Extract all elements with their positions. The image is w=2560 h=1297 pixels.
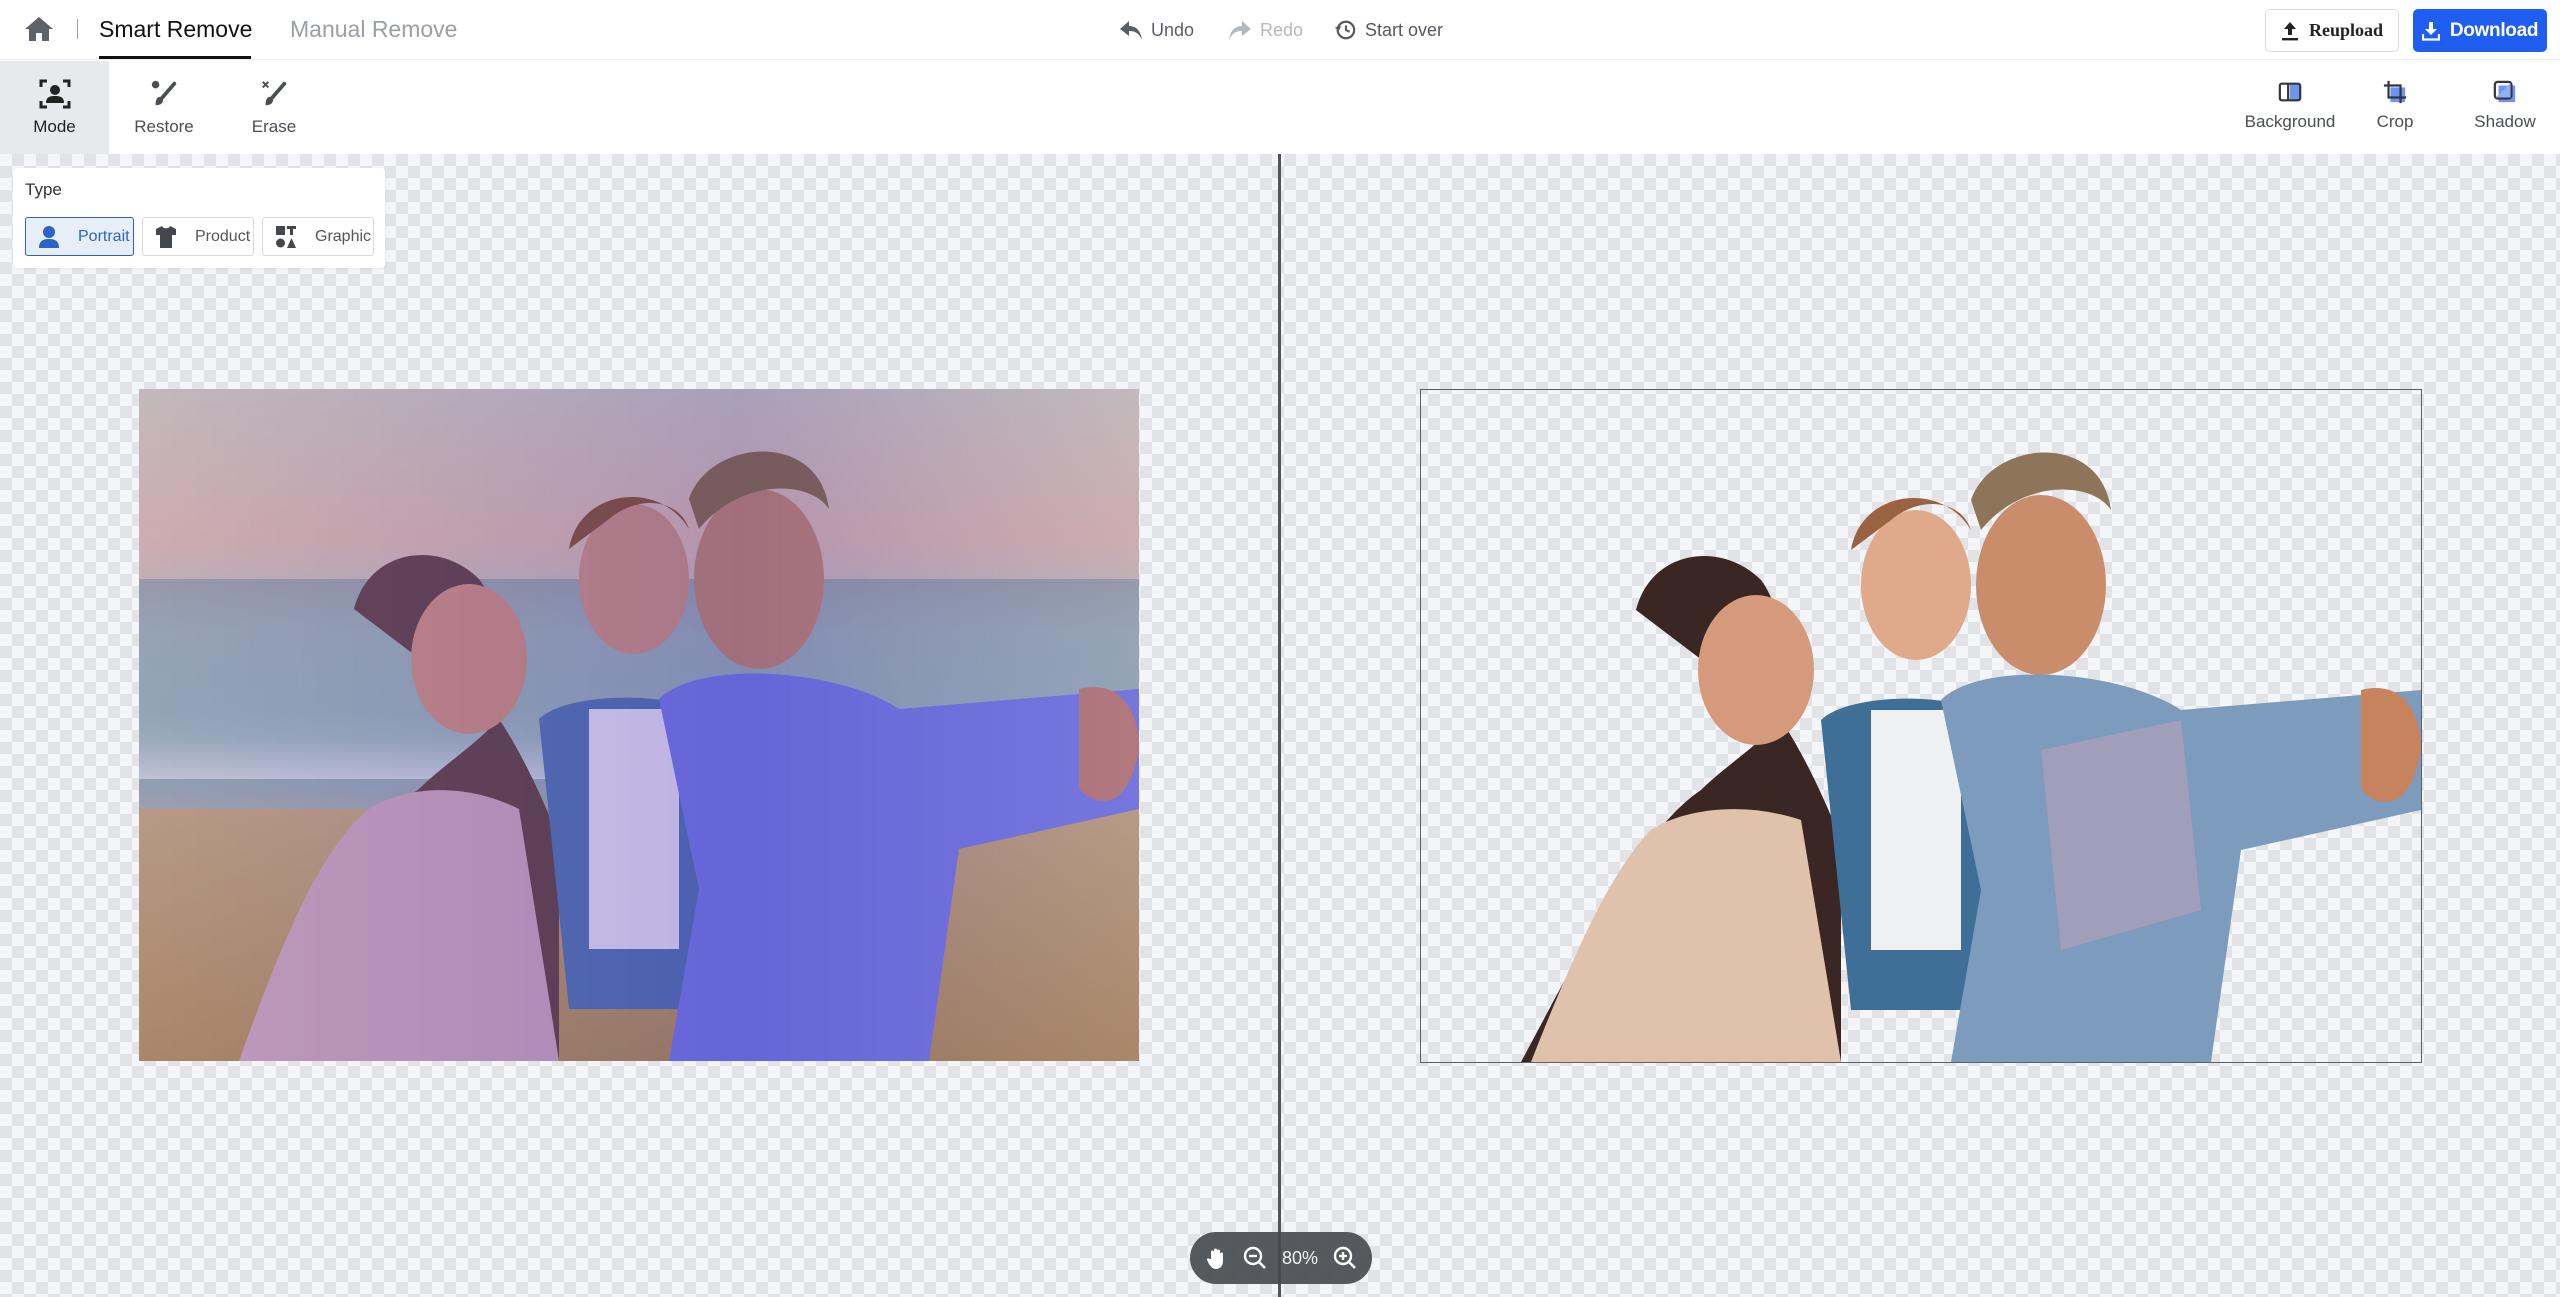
start-over-label: Start over (1365, 19, 1444, 40)
zoom-out-button[interactable] (1241, 1244, 1269, 1272)
header-divider (77, 19, 78, 39)
cutout-figures (1521, 452, 2421, 1062)
color-tint-overlay (139, 389, 1139, 1061)
upload-icon (2281, 21, 2298, 40)
zoom-controls: 80% (1190, 1232, 1372, 1284)
zoom-level: 80% (1281, 1247, 1319, 1268)
pan-button[interactable] (1203, 1244, 1231, 1272)
download-label: Download (2449, 19, 2539, 41)
tool-bar: Mode Restore Erase Background Crop Shado… (0, 61, 2560, 154)
mode-tool[interactable]: Mode (0, 61, 109, 154)
type-option-graphic[interactable]: Graphic (262, 217, 374, 256)
type-option-portrait[interactable]: Portrait (25, 217, 134, 256)
portrait-label: Portrait (78, 227, 130, 245)
undo-label: Undo (1151, 19, 1195, 40)
download-icon (2421, 21, 2440, 41)
reupload-label: Reupload (2308, 20, 2384, 40)
shapes-icon (276, 225, 296, 248)
compare-divider-handle[interactable] (1278, 154, 1281, 1297)
shadow-tool[interactable]: Shadow (2455, 61, 2555, 154)
reupload-button[interactable]: Reupload (2265, 9, 2399, 52)
background-label: Background (2244, 112, 2336, 131)
shadow-label: Shadow (2474, 112, 2536, 131)
crop-icon (2383, 80, 2407, 104)
person-icon (39, 225, 59, 248)
product-label: Product (195, 227, 251, 245)
type-title: Type (25, 180, 62, 199)
erase-brush-icon (262, 81, 287, 106)
redo-icon (1229, 21, 1251, 40)
portrait-frame-icon (39, 79, 70, 109)
original-image (139, 389, 1139, 1061)
zoom-in-button[interactable] (1331, 1244, 1359, 1272)
home-button[interactable] (24, 16, 54, 42)
tab-manual-remove[interactable]: Manual Remove (290, 14, 457, 44)
background-icon (2278, 82, 2302, 102)
history-icon (1334, 20, 1356, 40)
top-header: Smart Remove Manual Remove Undo Redo Sta… (0, 0, 2560, 60)
type-panel: Type Portrait Product Graphic (13, 168, 385, 268)
zoom-out-icon (1243, 1246, 1266, 1269)
redo-label: Redo (1260, 19, 1304, 40)
crop-tool[interactable]: Crop (2345, 61, 2445, 154)
redo-button[interactable]: Redo (1228, 17, 1303, 43)
erase-tool[interactable]: Erase (219, 61, 329, 154)
crop-label: Crop (2376, 112, 2414, 131)
start-over-button[interactable]: Start over (1333, 17, 1443, 43)
hand-icon (1206, 1248, 1223, 1269)
tshirt-icon (156, 225, 176, 248)
tab-smart-remove[interactable]: Smart Remove (99, 14, 252, 44)
graphic-label: Graphic (315, 227, 372, 245)
restore-label: Restore (134, 117, 194, 136)
restore-brush-icon (151, 80, 177, 106)
result-image (1420, 389, 2422, 1063)
erase-label: Erase (251, 117, 297, 136)
download-button[interactable]: Download (2413, 9, 2547, 52)
active-tab-indicator (99, 56, 251, 59)
restore-tool[interactable]: Restore (109, 61, 219, 154)
mode-label: Mode (33, 117, 76, 136)
undo-icon (1120, 21, 1142, 40)
type-option-product[interactable]: Product (142, 217, 254, 256)
zoom-in-icon (1333, 1246, 1356, 1269)
background-tool[interactable]: Background (2240, 61, 2340, 154)
undo-button[interactable]: Undo (1119, 17, 1194, 43)
shadow-icon (2493, 80, 2516, 103)
home-icon (25, 17, 53, 41)
